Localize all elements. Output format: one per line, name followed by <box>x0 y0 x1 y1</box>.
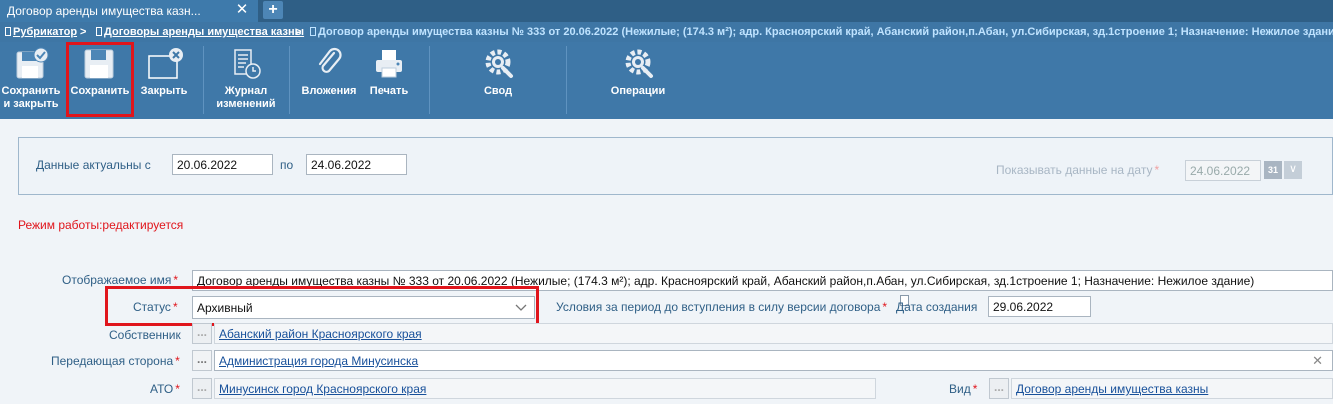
toolbar-separator <box>429 46 430 114</box>
show-on-date-field[interactable]: 24.06.2022 <box>1185 160 1261 181</box>
actual-from-field[interactable]: 20.06.2022 <box>172 154 273 175</box>
owner-picker-button[interactable]: ... <box>192 323 212 344</box>
summary-button[interactable]: Свод <box>460 42 536 119</box>
transfer-side-picker-button[interactable]: ... <box>192 350 212 371</box>
kind-link[interactable]: Договор аренды имущества казны <box>1016 382 1208 396</box>
actual-from-label: Данные актуальны с <box>36 158 151 172</box>
breadcrumb-item-contracts[interactable]: Договоры аренды имущества казны <box>96 26 304 38</box>
toolbar: Сохранить и закрыть Сохранить Закрыть Жу… <box>0 42 1333 119</box>
printer-icon <box>376 50 402 78</box>
owner-link[interactable]: Абанский район Красноярского края <box>219 327 422 341</box>
window-close-icon <box>148 48 183 79</box>
status-highlight <box>105 286 539 326</box>
transfer-side-field[interactable]: Администрация города Минусинска ✕ <box>214 350 1333 371</box>
journal-clock-icon <box>234 49 261 79</box>
close-icon[interactable]: ✕ <box>234 2 250 18</box>
clear-icon[interactable]: ✕ <box>1312 353 1323 369</box>
gear-wrench-icon <box>625 49 653 78</box>
ato-label: АТО * <box>150 382 180 396</box>
print-button[interactable]: Печать <box>362 42 416 119</box>
breadcrumb-separator: > <box>295 26 302 38</box>
paperclip-icon <box>318 47 342 73</box>
tab-bar: Договор аренды имущества казн... ✕ + <box>0 0 1333 22</box>
operations-button[interactable]: Операции <box>598 42 678 119</box>
ato-picker-button[interactable]: ... <box>192 378 212 399</box>
work-mode-text: Режим работы:редактируется <box>18 218 184 232</box>
actual-dates-panel: Данные актуальны с 20.06.2022 по 24.06.2… <box>18 137 1333 195</box>
created-date-field[interactable]: 29.06.2022 <box>988 296 1091 317</box>
kind-picker-button[interactable]: ... <box>989 378 1009 399</box>
tab-contract[interactable]: Договор аренды имущества казн... ✕ <box>0 0 258 22</box>
close-button[interactable]: Закрыть <box>132 42 196 119</box>
transfer-side-link[interactable]: Администрация города Минусинска <box>219 354 418 368</box>
display-name-label: Отображаемое имя * <box>62 273 179 287</box>
document-icon <box>5 27 11 36</box>
calendar-icon[interactable]: 31 <box>1264 161 1282 179</box>
document-icon <box>310 27 316 36</box>
transfer-side-label: Передающая сторона * <box>51 354 180 368</box>
change-journal-button[interactable]: Журнал изменений <box>210 42 282 119</box>
owner-label: Собственник <box>109 328 181 342</box>
created-date-label: Дата создания <box>896 300 978 314</box>
owner-field[interactable]: Абанский район Красноярского края <box>214 323 1333 344</box>
breadcrumb-separator: > <box>80 26 87 38</box>
kind-field[interactable]: Договор аренды имущества казны <box>1011 378 1333 399</box>
toolbar-separator <box>289 46 290 114</box>
add-tab-button[interactable]: + <box>263 1 283 19</box>
floppy-check-icon <box>16 47 49 79</box>
tab-title: Договор аренды имущества казн... <box>7 4 201 18</box>
breadcrumb: Рубрикатор > Договоры аренды имущества к… <box>0 22 1333 42</box>
breadcrumb-item-rubricator[interactable]: Рубрикатор <box>5 26 77 38</box>
breadcrumb-item-current: Договор аренды имущества казны № 333 от … <box>310 26 1333 38</box>
conditions-label: Условия за период до вступления в силу в… <box>556 300 888 314</box>
ato-field[interactable]: Минусинск город Красноярского края <box>214 378 876 399</box>
kind-label: Вид * <box>949 382 978 396</box>
to-label: по <box>280 158 294 172</box>
show-on-date-label: Показывать данные на дату * <box>996 163 1160 177</box>
save-button-highlight <box>66 42 134 117</box>
document-icon <box>96 27 102 36</box>
attachments-button[interactable]: Вложения <box>296 42 362 119</box>
gear-wrench-icon <box>485 49 513 78</box>
toolbar-separator <box>566 46 567 114</box>
chevron-down-icon[interactable]: ∨ <box>1284 161 1302 179</box>
actual-to-field[interactable]: 24.06.2022 <box>306 154 407 175</box>
save-and-close-button[interactable]: Сохранить и закрыть <box>0 42 62 119</box>
ato-link[interactable]: Минусинск город Красноярского края <box>219 382 426 396</box>
toolbar-separator <box>203 46 204 114</box>
